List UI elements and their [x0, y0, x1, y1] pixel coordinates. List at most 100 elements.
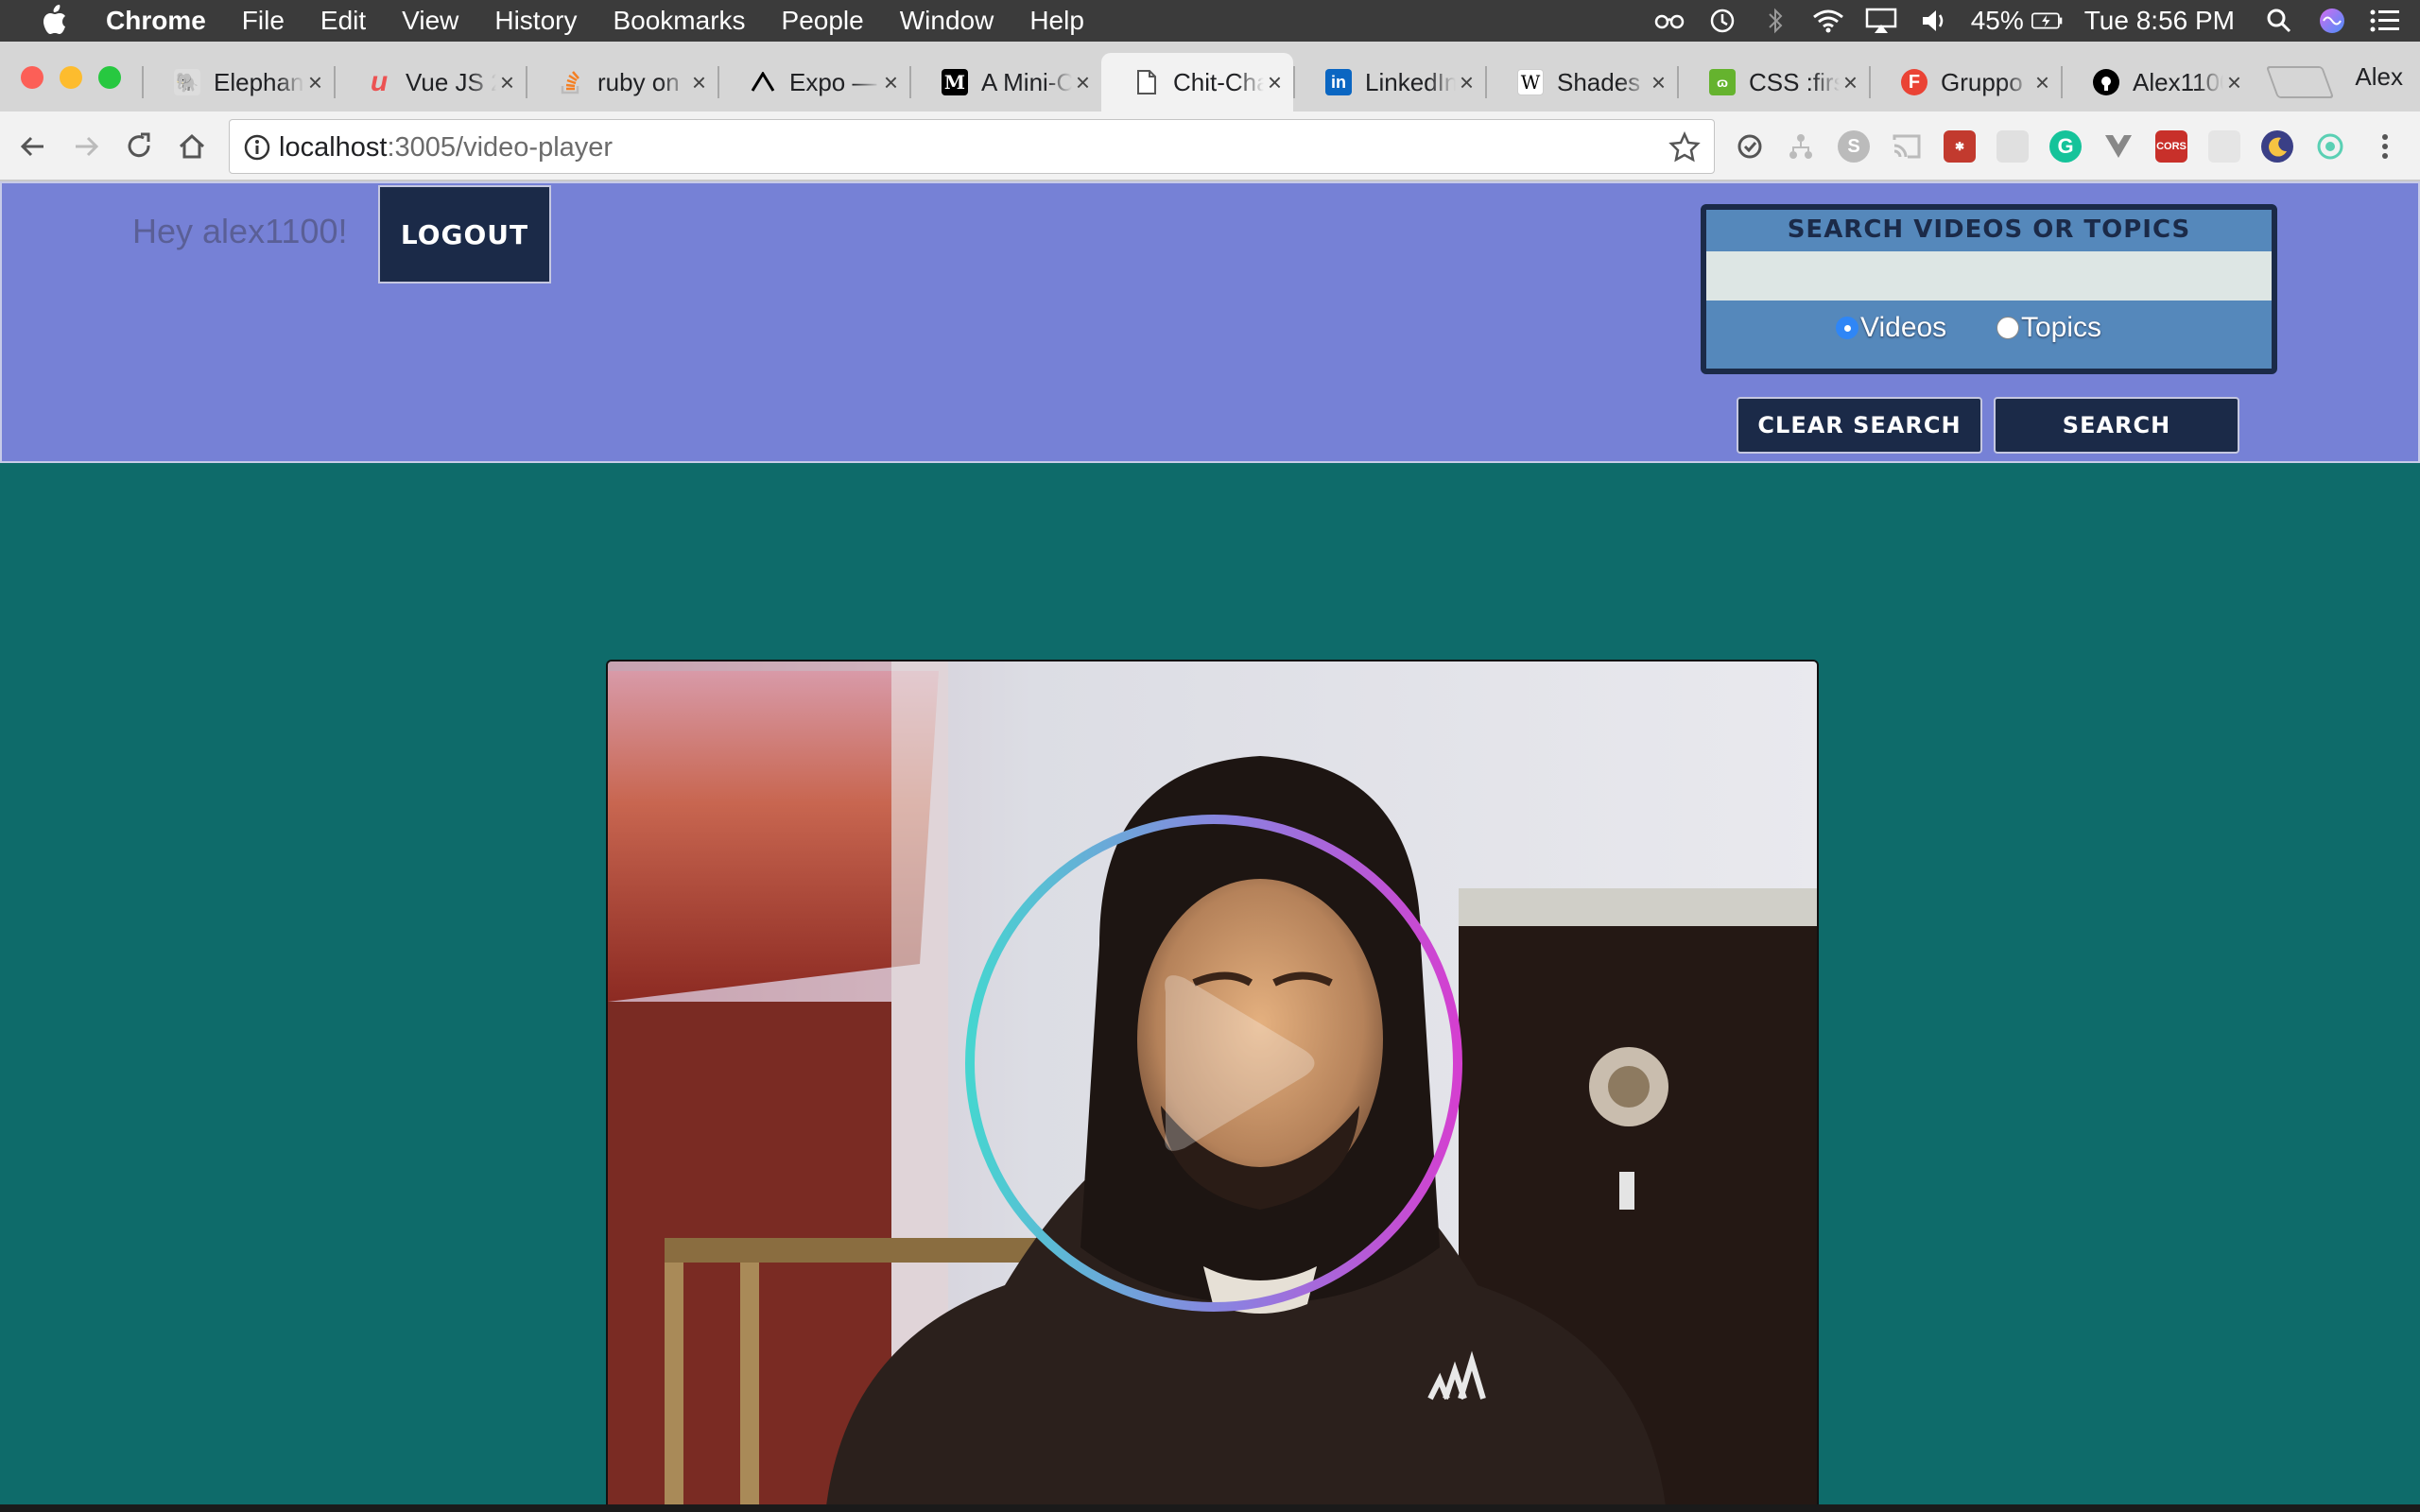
close-window-button[interactable] — [21, 66, 43, 89]
menu-view[interactable]: View — [402, 6, 458, 36]
menubar-clock[interactable]: Tue 8:56 PM — [2084, 6, 2235, 36]
wifi-icon[interactable] — [1812, 7, 1844, 35]
glasses-icon[interactable] — [1653, 7, 1685, 35]
bookmark-star-icon[interactable] — [1668, 130, 1701, 163]
extension-circle-icon[interactable] — [2314, 130, 2346, 163]
udemy-icon: u — [370, 66, 389, 97]
profile-name[interactable]: Alex — [2355, 62, 2403, 92]
video-player[interactable] — [606, 660, 1819, 1512]
notification-center-icon[interactable] — [2369, 7, 2401, 35]
menu-history[interactable]: History — [494, 6, 577, 36]
tab-close-icon[interactable]: × — [2227, 68, 2241, 97]
tab-medium[interactable]: M A Mini-C × — [909, 53, 1101, 112]
menu-help[interactable]: Help — [1029, 6, 1084, 36]
extension-moon-icon[interactable] — [2261, 130, 2293, 163]
medium-icon: M — [942, 69, 968, 95]
menu-window[interactable]: Window — [900, 6, 994, 36]
address-bar[interactable]: localhost:3005/video-player — [229, 119, 1715, 174]
minimize-window-button[interactable] — [60, 66, 82, 89]
tab-title: Expo — — [789, 67, 877, 96]
tab-title: CSS :firs — [1749, 67, 1840, 96]
tab-wikipedia[interactable]: W Shades × — [1485, 53, 1677, 112]
tab-close-icon[interactable]: × — [2035, 68, 2049, 97]
address-path: :3005/video-player — [387, 132, 614, 163]
reload-icon[interactable] — [121, 129, 157, 164]
elephant-icon: 🐘 — [174, 69, 200, 95]
tab-close-icon[interactable]: × — [1076, 68, 1090, 97]
battery-percentage: 45% — [1970, 6, 2024, 35]
airplay-icon[interactable] — [1865, 7, 1897, 35]
radio-option-topics[interactable]: Topics — [1996, 312, 2101, 344]
radio-option-videos[interactable]: Videos — [1836, 312, 1946, 344]
radio-topics[interactable] — [1996, 317, 2019, 339]
video-frame — [608, 662, 1817, 1510]
tab-title: Chit-Cha — [1173, 67, 1264, 96]
tab-title: A Mini-C — [981, 67, 1072, 96]
page-bottom-edge — [0, 1504, 2420, 1512]
logout-button[interactable]: LOGOUT — [378, 185, 551, 284]
tab-title: LinkedIn — [1365, 67, 1456, 96]
tab-vue[interactable]: u Vue JS 2 × — [334, 53, 526, 112]
extension-skype-icon[interactable]: S — [1838, 130, 1870, 163]
tab-expo[interactable]: Expo — × — [717, 53, 909, 112]
battery-icon[interactable] — [2031, 7, 2064, 35]
menu-file[interactable]: File — [242, 6, 285, 36]
search-button[interactable]: SEARCH — [1994, 397, 2239, 454]
tab-close-icon[interactable]: × — [1843, 68, 1858, 97]
back-arrow-icon[interactable] — [15, 129, 51, 164]
extension-cast-icon[interactable] — [1891, 130, 1923, 163]
siri-icon[interactable] — [2316, 7, 2348, 35]
tab-close-icon[interactable]: × — [692, 68, 706, 97]
chrome-menu-icon[interactable] — [2367, 129, 2403, 164]
tab-close-icon[interactable]: × — [1268, 68, 1282, 97]
css-icon: ɷ — [1709, 69, 1736, 95]
extension-cors-icon[interactable]: CORS — [2155, 130, 2187, 163]
menu-edit[interactable]: Edit — [320, 6, 366, 36]
site-info-icon[interactable] — [243, 133, 271, 162]
time-machine-icon[interactable] — [1706, 7, 1738, 35]
menu-app-name[interactable]: Chrome — [106, 6, 206, 36]
tab-title: Shades — [1557, 67, 1641, 96]
new-tab-button[interactable] — [2265, 66, 2335, 98]
forward-arrow-icon[interactable] — [68, 129, 104, 164]
tab-linkedin[interactable]: in LinkedIn × — [1293, 53, 1485, 112]
extension-chat-icon[interactable] — [2208, 130, 2240, 163]
extension-vue-devtools-icon[interactable] — [2102, 130, 2135, 163]
extension-sync-icon[interactable] — [1734, 130, 1766, 163]
tab-strip: 🐘 Elephant × u Vue JS 2 × ruby on × Expo… — [0, 42, 2420, 112]
volume-icon[interactable] — [1918, 7, 1950, 35]
tab-chit-chat[interactable]: Chit-Cha × — [1101, 53, 1293, 112]
app-header: Hey alex1100! LOGOUT SEARCH VIDEOS OR TO… — [0, 181, 2420, 463]
search-input[interactable] — [1706, 251, 2272, 301]
radio-videos[interactable] — [1836, 317, 1858, 339]
linkedin-icon: in — [1325, 69, 1352, 95]
tab-close-icon[interactable]: × — [500, 68, 514, 97]
tab-title: Elephant — [214, 67, 304, 96]
tab-gruppo[interactable]: F Gruppo × — [1869, 53, 2061, 112]
extension-window-icon[interactable] — [1996, 130, 2029, 163]
radio-videos-label: Videos — [1860, 312, 1947, 343]
tab-elephant[interactable]: 🐘 Elephant × — [142, 53, 334, 112]
bluetooth-icon[interactable] — [1759, 7, 1791, 35]
tab-close-icon[interactable]: × — [884, 68, 898, 97]
home-icon[interactable] — [174, 129, 210, 164]
tab-github[interactable]: Alex1100 × — [2061, 53, 2253, 112]
tab-ruby[interactable]: ruby on × — [526, 53, 717, 112]
apple-icon[interactable] — [38, 5, 70, 37]
clear-search-button[interactable]: CLEAR SEARCH — [1737, 397, 1982, 454]
tab-close-icon[interactable]: × — [1651, 68, 1666, 97]
tab-close-icon[interactable]: × — [308, 68, 322, 97]
extension-grammarly-icon[interactable]: G — [2049, 130, 2082, 163]
menu-bookmarks[interactable]: Bookmarks — [613, 6, 745, 36]
extension-tree-icon[interactable] — [1785, 130, 1817, 163]
extension-bug-icon[interactable]: ✱ — [1944, 130, 1976, 163]
tab-css[interactable]: ɷ CSS :firs × — [1677, 53, 1869, 112]
tab-close-icon[interactable]: × — [1460, 68, 1474, 97]
search-panel-title: SEARCH VIDEOS OR TOPICS — [1787, 215, 2191, 244]
radio-topics-label: Topics — [2021, 312, 2102, 343]
search-panel: SEARCH VIDEOS OR TOPICS Videos Topics — [1701, 204, 2277, 374]
maximize-window-button[interactable] — [98, 66, 121, 89]
menu-people[interactable]: People — [782, 6, 864, 36]
stackoverflow-icon — [558, 69, 584, 95]
spotlight-icon[interactable] — [2263, 7, 2295, 35]
